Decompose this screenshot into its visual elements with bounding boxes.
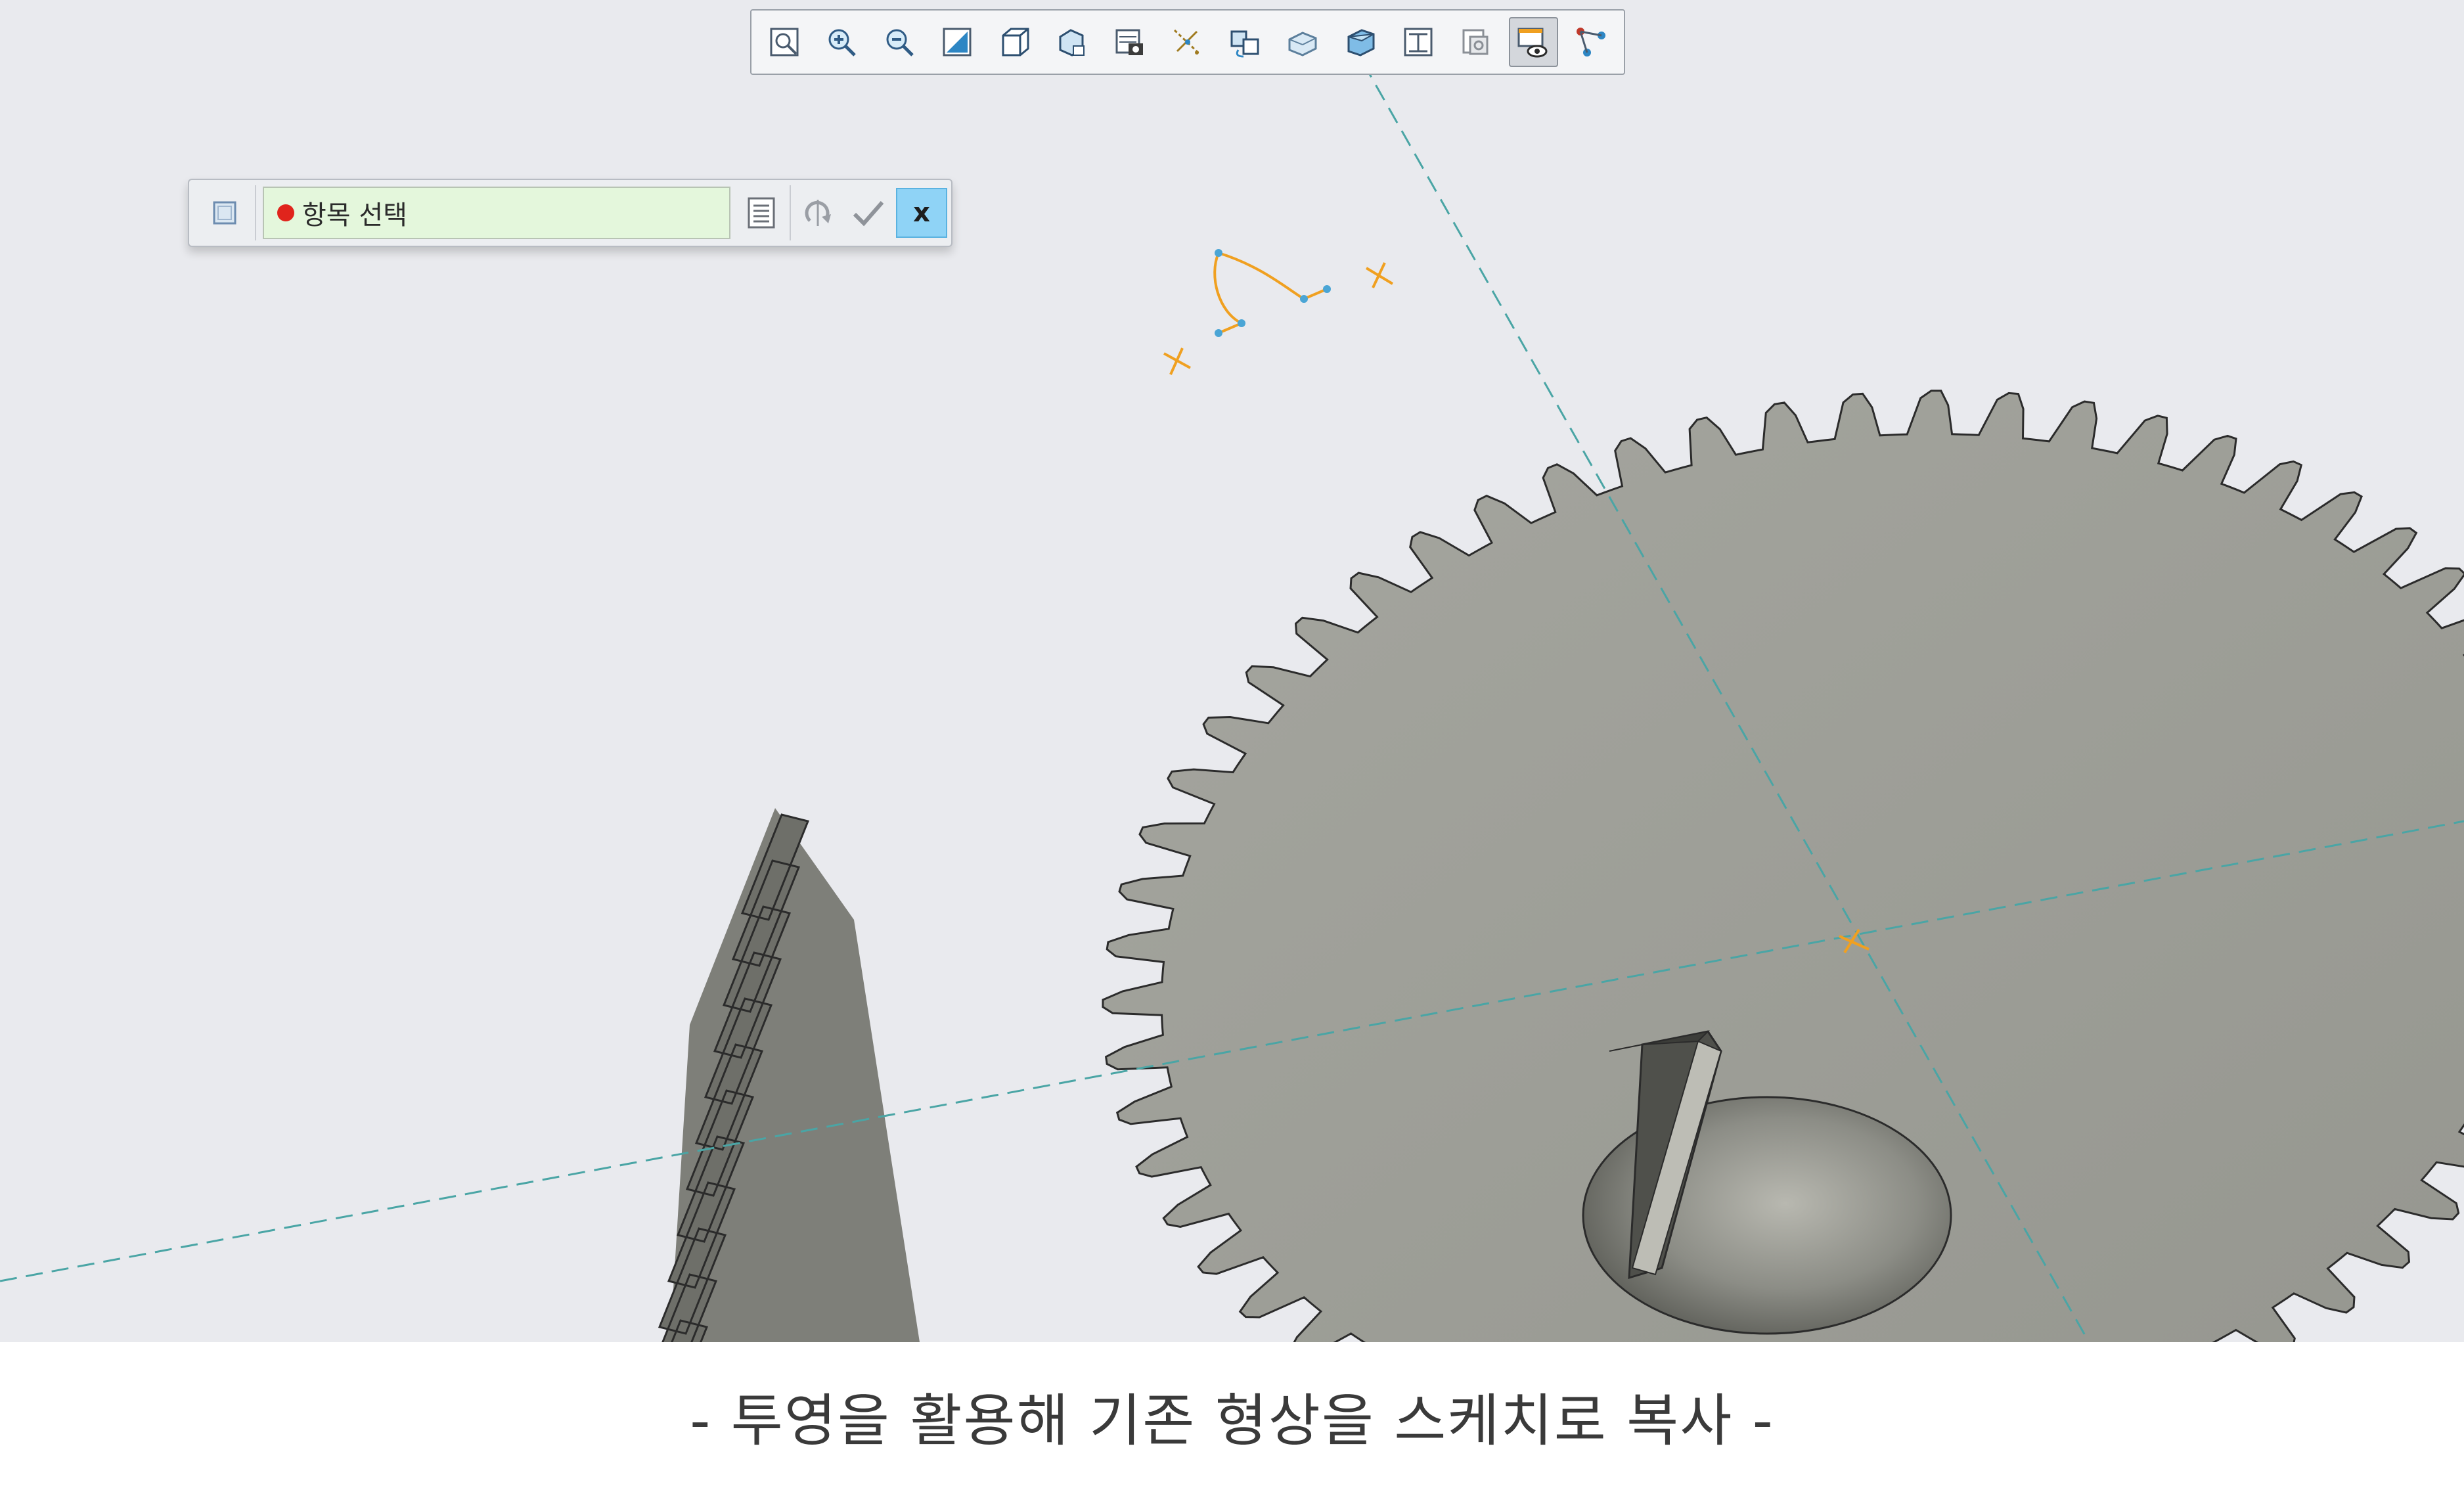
zoom-out-icon [886, 29, 914, 56]
status-dot-icon [277, 204, 294, 221]
repaint-button[interactable] [932, 17, 981, 67]
details-list-button[interactable] [738, 189, 784, 237]
selection-box-icon [213, 201, 236, 225]
display-style-icon [1002, 28, 1029, 56]
view-manager-icon [1115, 29, 1144, 55]
refit-button[interactable] [759, 17, 809, 67]
appearance-button[interactable] [1393, 17, 1443, 67]
refit-icon [770, 28, 799, 56]
flip-direction-button[interactable] [795, 189, 841, 237]
list-icon [748, 197, 775, 229]
graphics-viewport[interactable]: 항목 선택 x [0, 0, 2464, 1342]
zoom-in-button[interactable] [817, 17, 866, 67]
repaint-icon [943, 28, 972, 56]
view-toolbar [750, 9, 1625, 75]
select-items-label: 항목 선택 [302, 200, 407, 231]
select-items-field[interactable]: 항목 선택 [263, 187, 730, 239]
annotation-display-button[interactable] [1278, 17, 1328, 67]
sketch-view-icon [1517, 28, 1548, 58]
caption-text: - 투영을 활용해 기존 형상을 스케치로 복사 - [690, 1387, 1774, 1454]
select-type-button[interactable] [198, 188, 251, 238]
annotation-display-icon [1288, 32, 1317, 56]
saved-orientations-button[interactable] [1048, 17, 1097, 67]
section-view-icon [1462, 29, 1489, 55]
zoom-out-button[interactable] [874, 17, 924, 67]
view-manager-button[interactable] [1105, 17, 1154, 67]
sketch-point-crosses[interactable] [1163, 262, 1394, 375]
caption-area: - 투영을 활용해 기존 형상을 스케치로 복사 - [0, 1342, 2464, 1488]
app-root: 항목 선택 x - 투영을 활용해 기존 형상을 스케치로 복사 - [0, 0, 2464, 1488]
cancel-button[interactable]: x [896, 188, 947, 238]
flip-arrow-icon [805, 200, 831, 226]
projected-sketch-entity[interactable] [1213, 249, 1331, 337]
display-style-button[interactable] [990, 17, 1039, 67]
datum-display-filters-button[interactable] [1163, 17, 1212, 67]
perspective-view-icon [1347, 29, 1375, 56]
ok-button[interactable] [845, 189, 891, 237]
section-view-button[interactable] [1451, 17, 1500, 67]
dialog-separator [790, 185, 791, 240]
checkmark-icon [853, 201, 884, 227]
saved-orientations-icon [1059, 29, 1085, 56]
appearance-icon [1404, 28, 1433, 56]
spin-center-icon [1230, 30, 1259, 58]
zoom-in-icon [828, 29, 857, 56]
spin-center-button[interactable] [1221, 17, 1270, 67]
dialog-separator [255, 185, 256, 240]
perspective-view-button[interactable] [1335, 17, 1385, 67]
sketch-view-button[interactable] [1508, 17, 1558, 67]
references-button[interactable] [1566, 17, 1615, 67]
references-icon [1576, 28, 1605, 56]
selection-dialog: 항목 선택 x [188, 179, 952, 247]
gear-side-wall [658, 808, 920, 1342]
datum-display-filters-icon [1173, 29, 1200, 55]
